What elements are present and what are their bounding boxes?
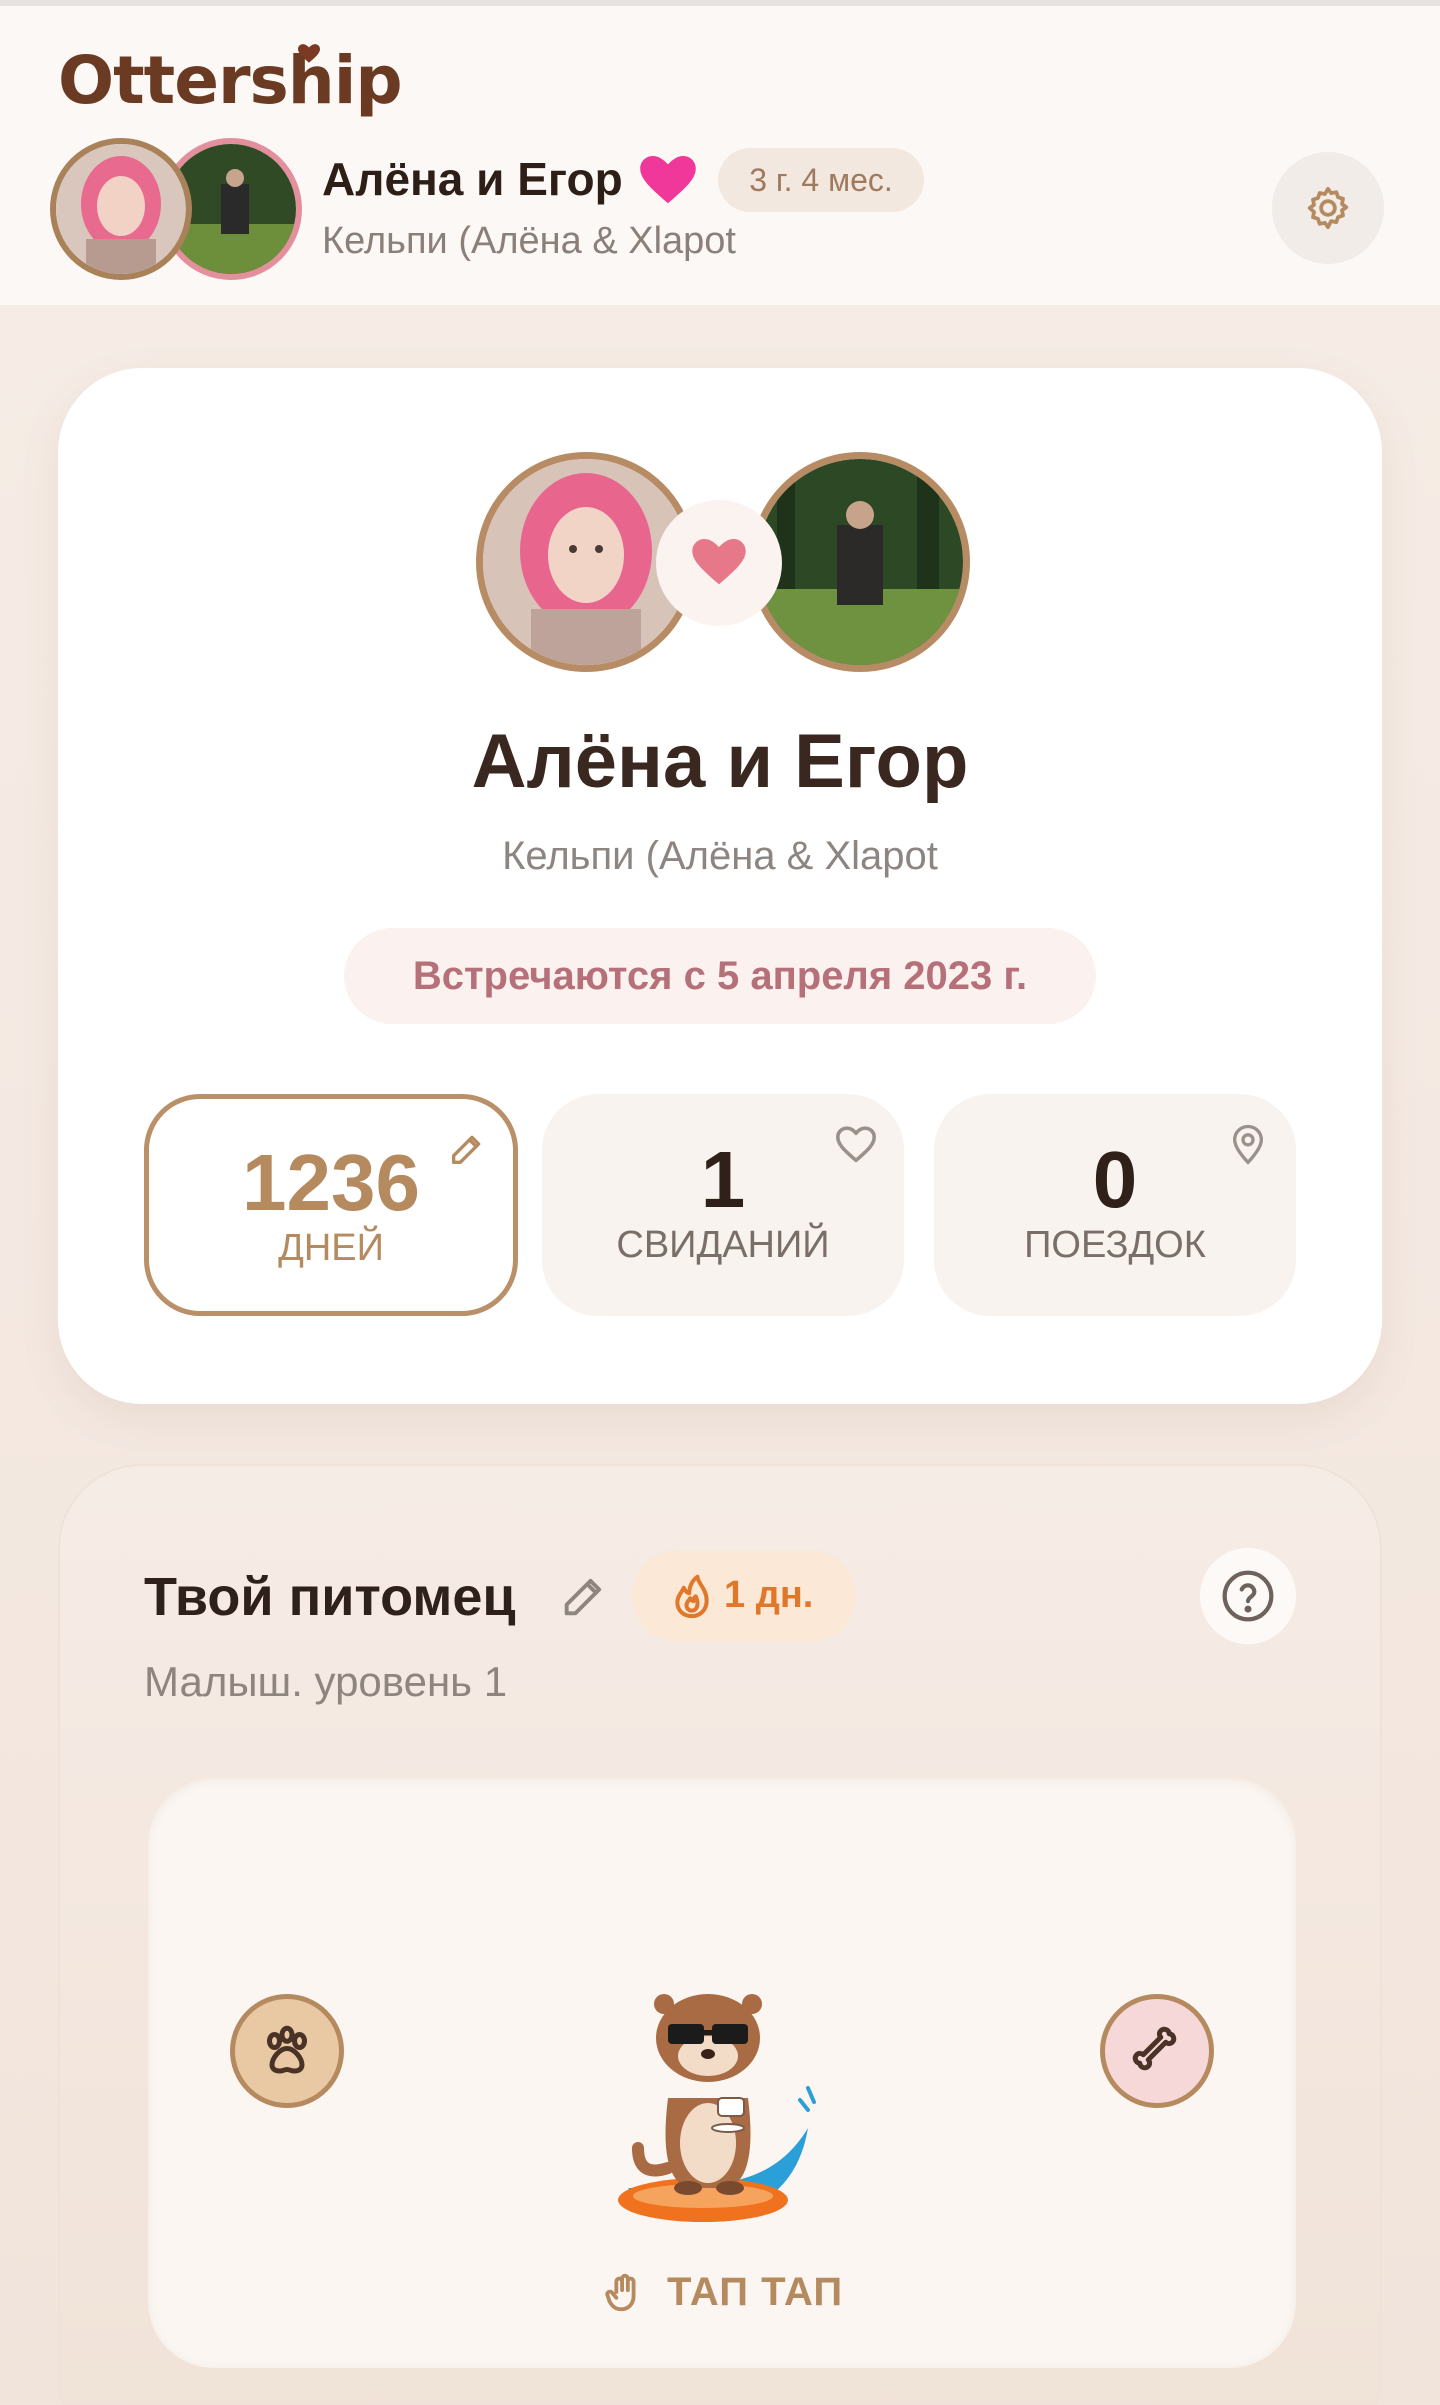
streak-badge: 1 дн. xyxy=(632,1550,856,1642)
trips-label: ПОЕЗДОК xyxy=(1024,1224,1206,1266)
streak-count: 1 дн. xyxy=(724,1574,814,1616)
pet-action-button[interactable] xyxy=(230,1994,344,2108)
partner-two-photo[interactable] xyxy=(750,452,970,672)
tap-hint: ТАП ТАП xyxy=(148,2268,1296,2315)
edit-pet-name-icon[interactable] xyxy=(558,1570,610,1622)
gear-icon xyxy=(1307,186,1349,230)
question-icon xyxy=(1222,1570,1274,1622)
couple-title: Алёна и Егор xyxy=(471,719,969,804)
hand-tap-icon xyxy=(605,2274,636,2312)
app-logo: Ottership xyxy=(58,42,403,119)
couple-profile-card: Алёна и Егор Кельпи (Алёна & Xlapot Встр… xyxy=(58,368,1382,1404)
app-header: Ottership Алёна и Егор 3 г. 4 мес. Кельп… xyxy=(0,0,1440,305)
heart-icon xyxy=(692,539,746,585)
partner-one-avatar[interactable] xyxy=(50,138,192,280)
settings-button[interactable] xyxy=(1272,152,1384,264)
paw-icon xyxy=(267,2025,307,2074)
edit-icon[interactable] xyxy=(447,1129,487,1169)
relationship-duration-badge: 3 г. 4 мес. xyxy=(718,148,924,212)
trips-stat-card[interactable]: 0 ПОЕЗДОК xyxy=(934,1094,1296,1316)
logo-heart-icon xyxy=(298,44,320,63)
together-since-badge: Встречаются с 5 апреля 2023 г. xyxy=(344,928,1096,1024)
pet-stage[interactable]: ТАП ТАП xyxy=(148,1778,1296,2368)
days-label: ДНЕЙ xyxy=(278,1227,384,1269)
pet-level: Малыш. уровень 1 xyxy=(144,1658,508,1705)
tap-label: ТАП ТАП xyxy=(666,2269,844,2314)
location-pin-icon xyxy=(1232,1124,1264,1165)
feed-button[interactable] xyxy=(1100,1994,1214,2108)
heart-outline-icon xyxy=(835,1126,876,1163)
bone-icon xyxy=(1132,2026,1177,2071)
otter-pet-illustration[interactable] xyxy=(608,1978,828,2238)
help-button[interactable] xyxy=(1200,1548,1296,1644)
couple-subtitle: Кельпи (Алёна & Xlapot xyxy=(322,220,736,262)
dates-label: СВИДАНИЙ xyxy=(616,1224,830,1266)
days-stat-card[interactable]: 1236 ДНЕЙ xyxy=(144,1094,518,1316)
pet-card: Твой питомец 1 дн. Малыш. уровень 1 ТАП … xyxy=(58,1464,1382,2405)
dates-stat-card[interactable]: 1 СВИДАНИЙ xyxy=(542,1094,904,1316)
heart-connector xyxy=(656,500,782,626)
flame-icon xyxy=(675,1574,709,1619)
couple-description: Кельпи (Алёна & Xlapot xyxy=(502,834,938,878)
couple-name: Алёна и Егор xyxy=(322,153,623,205)
pet-title: Твой питомец xyxy=(144,1567,516,1627)
heart-icon xyxy=(640,156,696,204)
